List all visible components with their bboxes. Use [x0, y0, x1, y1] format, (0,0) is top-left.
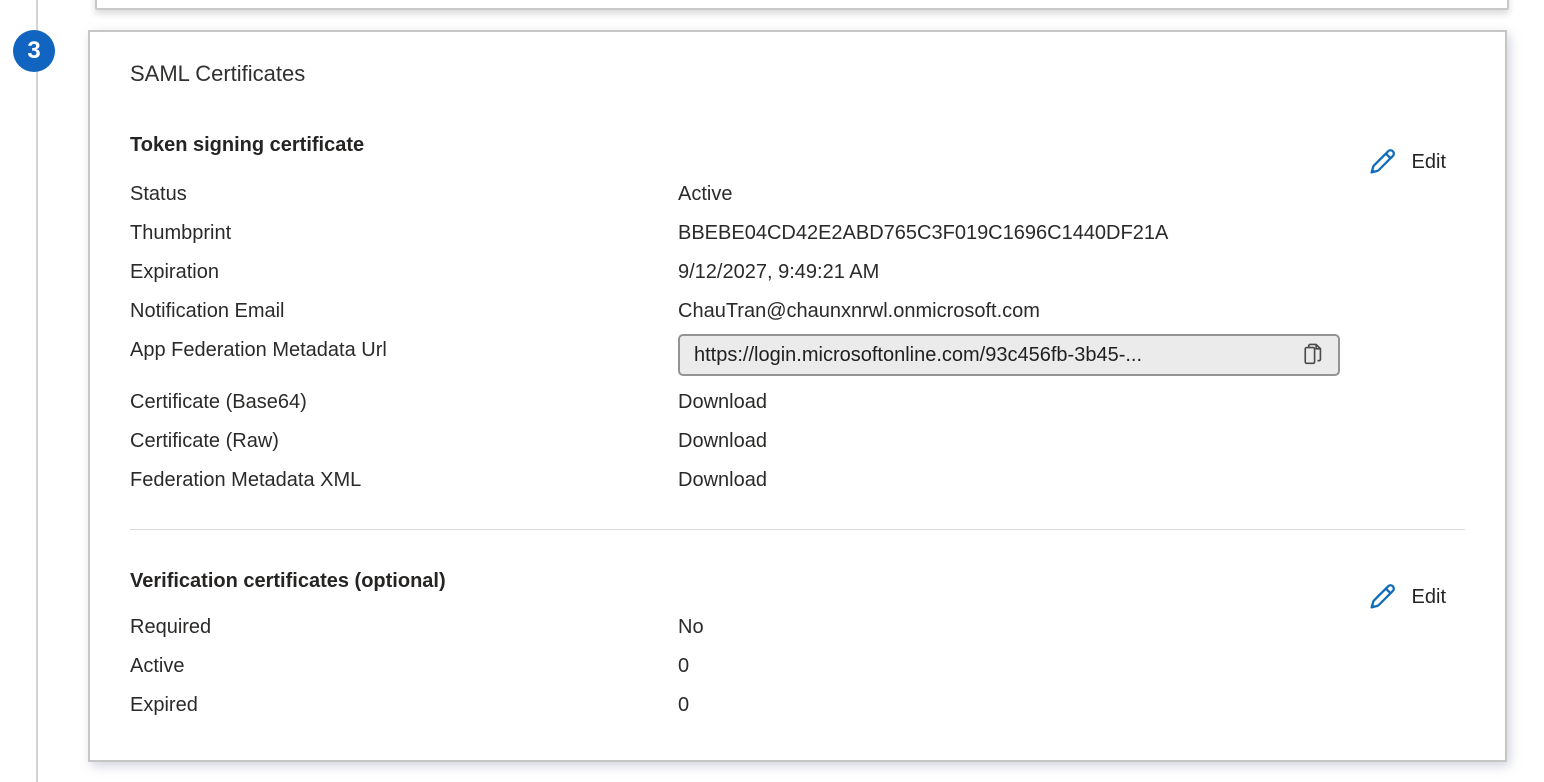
federation-metadata-xml-row: Federation Metadata XML Download: [130, 467, 1465, 493]
thumbprint-row: Thumbprint BBEBE04CD42E2ABD765C3F019C169…: [130, 220, 1465, 246]
notification-email-row: Notification Email ChauTran@chaunxnrwl.o…: [130, 298, 1465, 324]
required-label: Required: [130, 614, 678, 640]
section-divider: [130, 529, 1465, 530]
expiration-value: 9/12/2027, 9:49:21 AM: [678, 259, 879, 285]
copy-icon: [1300, 340, 1328, 371]
notification-email-value: ChauTran@chaunxnrwl.onmicrosoft.com: [678, 298, 1040, 324]
previous-step-card-bottom: [95, 0, 1509, 10]
pencil-icon: [1366, 581, 1398, 613]
expired-count-label: Expired: [130, 692, 678, 718]
step-3-badge: 3: [13, 30, 55, 72]
timeline-connector-line: [36, 0, 38, 782]
federation-metadata-xml-download-link[interactable]: Download: [678, 467, 767, 493]
edit-button-label: Edit: [1412, 151, 1446, 174]
pencil-icon: [1366, 146, 1398, 178]
certificate-raw-row: Certificate (Raw) Download: [130, 428, 1465, 454]
active-count-row: Active 0: [130, 653, 1465, 679]
saml-certificates-card: SAML Certificates Token signing certific…: [88, 30, 1507, 762]
token-signing-certificate-heading: Token signing certificate: [130, 133, 364, 157]
certificate-base64-row: Certificate (Base64) Download: [130, 389, 1465, 415]
thumbprint-label: Thumbprint: [130, 220, 678, 246]
verification-certificates-heading: Verification certificates (optional): [130, 569, 446, 593]
edit-verification-certificates-button[interactable]: Edit: [1362, 579, 1450, 615]
expired-count-value: 0: [678, 692, 689, 718]
certificate-base64-download-link[interactable]: Download: [678, 389, 767, 415]
edit-button-label: Edit: [1412, 586, 1446, 609]
app-federation-metadata-url-field[interactable]: https://login.microsoftonline.com/93c456…: [678, 334, 1340, 376]
expiration-label: Expiration: [130, 259, 678, 285]
app-federation-metadata-url-label: App Federation Metadata Url: [130, 337, 387, 363]
required-value: No: [678, 614, 704, 640]
card-title: SAML Certificates: [130, 60, 305, 88]
certificate-base64-label: Certificate (Base64): [130, 389, 678, 415]
copy-button[interactable]: [1296, 337, 1332, 373]
required-row: Required No: [130, 614, 1465, 640]
thumbprint-value: BBEBE04CD42E2ABD765C3F019C1696C1440DF21A: [678, 220, 1168, 246]
certificate-raw-label: Certificate (Raw): [130, 428, 678, 454]
status-label: Status: [130, 181, 678, 207]
edit-token-signing-certificate-button[interactable]: Edit: [1362, 144, 1450, 180]
expiration-row: Expiration 9/12/2027, 9:49:21 AM: [130, 259, 1465, 285]
status-row: Status Active: [130, 181, 1465, 207]
active-count-label: Active: [130, 653, 678, 679]
active-count-value: 0: [678, 653, 689, 679]
status-value: Active: [678, 181, 732, 207]
app-federation-metadata-url-value[interactable]: https://login.microsoftonline.com/93c456…: [694, 344, 1296, 367]
expired-count-row: Expired 0: [130, 692, 1465, 718]
federation-metadata-xml-label: Federation Metadata XML: [130, 467, 678, 493]
notification-email-label: Notification Email: [130, 298, 678, 324]
certificate-raw-download-link[interactable]: Download: [678, 428, 767, 454]
